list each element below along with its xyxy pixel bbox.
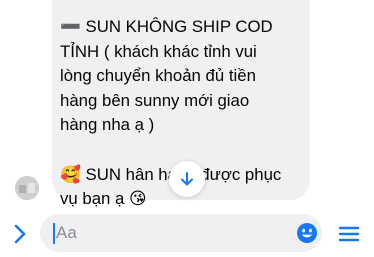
text-caret xyxy=(53,223,55,244)
message-composer xyxy=(0,212,374,257)
emoji-smile-icon[interactable] xyxy=(296,222,318,244)
chevron-right-icon xyxy=(14,224,26,244)
message-input[interactable] xyxy=(56,214,286,252)
menu-icon[interactable] xyxy=(338,223,360,245)
arrow-down-icon xyxy=(181,172,193,186)
chat-screen: ➖ SUN KHÔNG SHIP COD TỈNH ( khách khác t… xyxy=(0,0,374,257)
avatar-image xyxy=(15,176,39,200)
scroll-to-bottom-button[interactable] xyxy=(169,161,205,197)
expand-actions-button[interactable] xyxy=(9,223,31,245)
message-input-box[interactable] xyxy=(40,214,322,252)
avatar[interactable] xyxy=(15,176,39,200)
